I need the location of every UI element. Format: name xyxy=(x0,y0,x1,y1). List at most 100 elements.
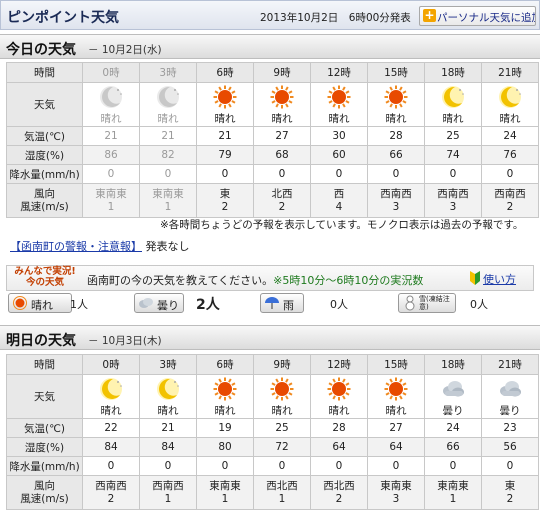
add-personal-weather-button[interactable]: + パーソナル天気に追加 xyxy=(419,6,536,26)
condition-text: 晴れ xyxy=(328,112,350,125)
wind-cell: 西南西 1 xyxy=(139,475,197,510)
hum-cell: 60 xyxy=(310,145,368,165)
sun-icon xyxy=(384,377,408,400)
label-precip: 降水量(mm/h) xyxy=(6,456,83,476)
label-wind: 風向 風速(m/s) xyxy=(6,183,83,218)
weather-cell: 晴れ xyxy=(310,374,368,419)
time-cell: 18時 xyxy=(424,354,482,375)
snowman-icon xyxy=(405,295,415,311)
weather-cell: 晴れ xyxy=(139,82,197,127)
vote-button[interactable]: 雪(凍結注意) xyxy=(398,293,456,313)
precip-cell: 0 xyxy=(196,164,254,184)
wind-speed: 1 xyxy=(107,200,115,213)
time-cell: 9時 xyxy=(253,354,311,375)
wind-direction: 西南西 xyxy=(380,187,412,200)
wind-cell: 西南西 3 xyxy=(424,183,482,218)
wind-direction: 西北西 xyxy=(266,479,298,492)
condition-text: 晴れ xyxy=(100,112,122,125)
hum-cell: 82 xyxy=(139,145,197,165)
weather-cell: 晴れ xyxy=(139,374,197,419)
wind-speed: 2 xyxy=(278,200,286,213)
temp-cell: 28 xyxy=(310,418,368,438)
tomorrow-heading: 明日の天気 xyxy=(6,333,76,349)
tomorrow-forecast-table: 時間 0時 3時 6時 9時 12時 15時 18時 21時 天気 晴れ 晴れ 晴れ 晴れ 晴れ 晴れ 曇り 曇り… xyxy=(6,354,539,510)
help-link[interactable]: 使い方 xyxy=(483,271,516,287)
wind-speed: 1 xyxy=(164,492,172,505)
precip-cell: 0 xyxy=(481,164,539,184)
tomorrow-date: － 10月3日(木) xyxy=(88,335,162,347)
wind-direction: 西南西 xyxy=(152,479,184,492)
precip-cell: 0 xyxy=(367,456,425,476)
wind-cell: 西南西 3 xyxy=(367,183,425,218)
wind-cell: 東南東 1 xyxy=(139,183,197,218)
sun-icon xyxy=(384,85,408,108)
weather-row: 天気 晴れ 晴れ 晴れ 晴れ 晴れ 晴れ 曇り 曇り xyxy=(6,374,539,419)
temp-row: 気温(℃) 21 21 21 27 30 28 25 24 xyxy=(6,126,539,146)
time-row: 時間 0時 3時 6時 9時 12時 15時 18時 21時 xyxy=(6,354,539,375)
wind-speed: 2 xyxy=(506,492,514,505)
wind-cell: 西南西 2 xyxy=(82,475,140,510)
temp-cell: 24 xyxy=(424,418,482,438)
wind-direction: 西南西 xyxy=(95,479,127,492)
temp-cell: 24 xyxy=(481,126,539,146)
time-cell: 6時 xyxy=(196,62,254,83)
wind-direction: 西南西 xyxy=(494,187,526,200)
time-cell: 15時 xyxy=(367,354,425,375)
weather-cell: 晴れ xyxy=(82,374,140,419)
weather-cell: 晴れ xyxy=(310,82,368,127)
label-weather: 天気 xyxy=(6,82,83,127)
today-heading: 今日の天気 xyxy=(6,42,76,58)
precip-row: 降水量(mm/h) 0 0 0 0 0 0 0 0 xyxy=(6,164,539,184)
weather-cell: 晴れ xyxy=(196,374,254,419)
condition-text: 晴れ xyxy=(214,404,236,417)
temp-cell: 21 xyxy=(196,126,254,146)
temp-cell: 19 xyxy=(196,418,254,438)
precip-cell: 0 xyxy=(139,164,197,184)
precip-cell: 0 xyxy=(82,164,140,184)
moon-icon xyxy=(499,85,521,108)
label-temp: 気温(℃) xyxy=(6,418,83,438)
moon-icon xyxy=(157,85,179,108)
sun-icon xyxy=(213,377,237,400)
precip-cell: 0 xyxy=(424,456,482,476)
hum-cell: 66 xyxy=(424,437,482,457)
hum-cell: 56 xyxy=(481,437,539,457)
wind-direction: 東 xyxy=(504,479,516,492)
wind-row: 風向 風速(m/s) 東南東 1 東南東 1 東 2 北西 2 西 4 西南西 3 西南西 3 西南西 2 xyxy=(6,183,539,218)
warning-link[interactable]: 【函南町の警報・注意報】 xyxy=(10,240,142,253)
wind-direction: 東南東 xyxy=(95,187,127,200)
moon-icon xyxy=(157,377,179,400)
humidity-row: 湿度(%) 84 84 80 72 64 64 66 56 xyxy=(6,437,539,457)
minna-report-bar: みんなで実況! 今の天気 函南町の今の天気を教えてください。※5時10分～6時1… xyxy=(6,265,534,291)
weather-cell: 晴れ xyxy=(367,374,425,419)
wind-cell: 東2 xyxy=(481,475,539,510)
warning-line: 【函南町の警報・注意報】 発表なし xyxy=(10,238,190,254)
weather-cell: 晴れ xyxy=(196,82,254,127)
header-bar: ピンポイント天気 2013年10月2日 6時00分発表 + パーソナル天気に追加 xyxy=(0,0,540,30)
time-row: 時間 0時 3時 6時 9時 12時 15時 18時 21時 xyxy=(6,62,539,83)
hum-cell: 84 xyxy=(139,437,197,457)
condition-text: 晴れ xyxy=(271,404,293,417)
condition-text: 晴れ xyxy=(385,404,407,417)
moon-icon xyxy=(100,377,122,400)
wind-cell: 東南東 3 xyxy=(367,475,425,510)
condition-text: 晴れ xyxy=(157,112,179,125)
label-time: 時間 xyxy=(6,354,83,375)
precip-cell: 0 xyxy=(196,456,254,476)
wind-direction: 東南東 xyxy=(209,479,241,492)
humidity-row: 湿度(%) 86 82 79 68 60 66 74 76 xyxy=(6,145,539,165)
precip-row: 降水量(mm/h) 0 0 0 0 0 0 0 0 xyxy=(6,456,539,476)
moon-icon xyxy=(100,85,122,108)
warning-status: 発表なし xyxy=(145,240,190,253)
condition-text: 晴れ xyxy=(214,112,236,125)
wind-cell: 西北西 2 xyxy=(310,475,368,510)
temp-cell: 27 xyxy=(253,126,311,146)
wind-cell: 東2 xyxy=(196,183,254,218)
wind-cell: 西北西 1 xyxy=(253,475,311,510)
weather-cell: 晴れ xyxy=(367,82,425,127)
label-time: 時間 xyxy=(6,62,83,83)
forecast-note: ※各時間ちょうどの予報を表示しています。モノクロ表示は過去の予報です。 xyxy=(160,219,524,231)
wind-cell: 東南東 1 xyxy=(424,475,482,510)
temp-row: 気温(℃) 22 21 19 25 28 27 24 23 xyxy=(6,418,539,438)
label-temp: 気温(℃) xyxy=(6,126,83,146)
